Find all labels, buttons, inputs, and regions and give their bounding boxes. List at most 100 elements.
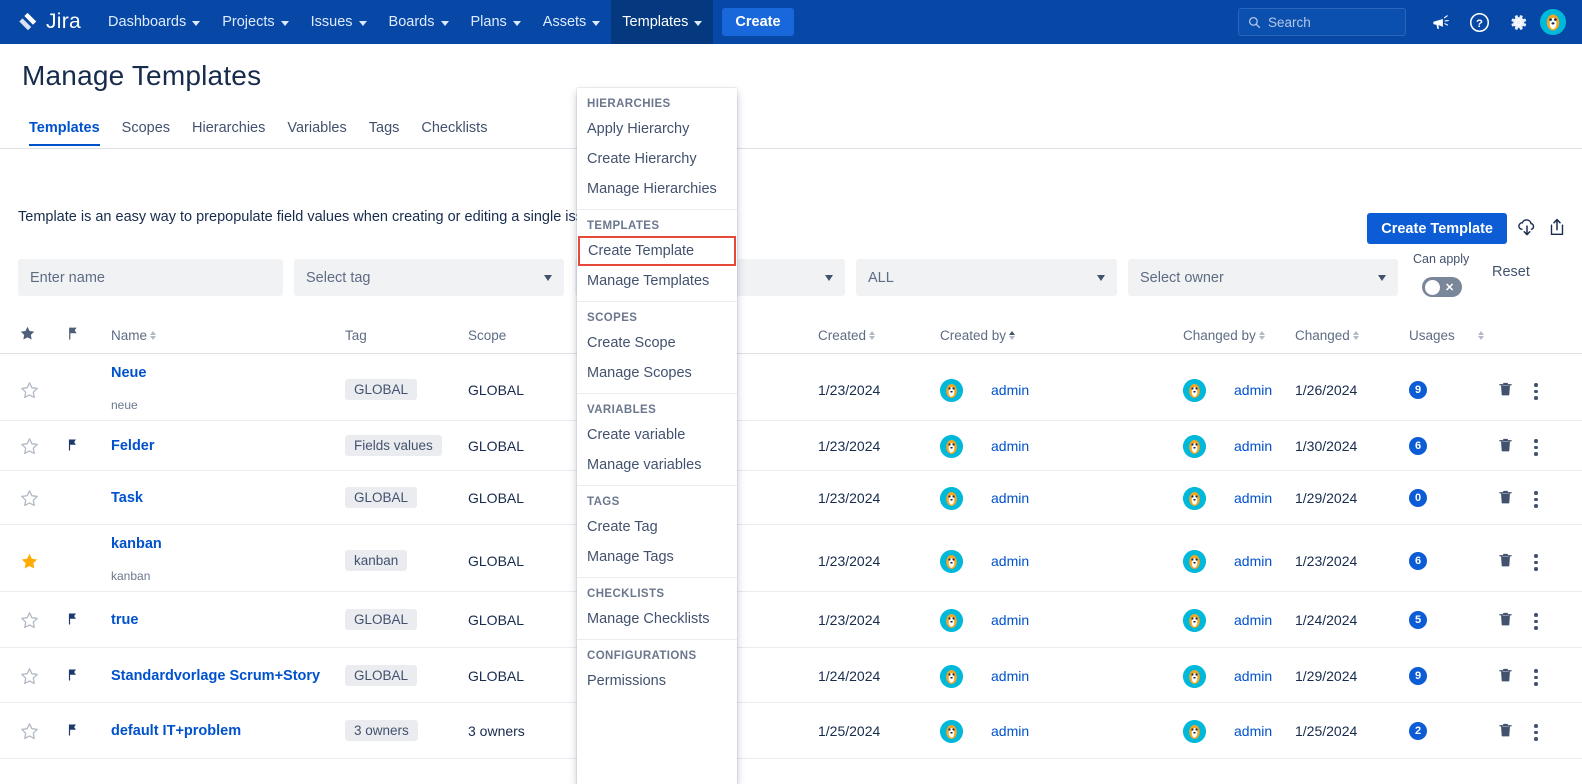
favorite-star-toggle[interactable]	[19, 380, 40, 404]
header-changed[interactable]: Changed	[1295, 328, 1359, 343]
changed-by-user[interactable]: admin	[1234, 553, 1272, 569]
table-row[interactable]: true GLOBAL GLOBAL nin 1/23/2024 admin a…	[0, 592, 1582, 648]
template-name-link[interactable]: kanban kanban	[111, 535, 162, 583]
row-actions-menu-button[interactable]	[1534, 724, 1538, 741]
table-row[interactable]: Standardvorlage Scrum+Story GLOBAL GLOBA…	[0, 648, 1582, 703]
tab-scopes[interactable]: Scopes	[111, 120, 181, 146]
nav-item-boards[interactable]: Boards	[378, 0, 460, 44]
menu-item-create-hierarchy[interactable]: Create Hierarchy	[577, 144, 737, 174]
favorite-star-toggle[interactable]	[19, 551, 40, 575]
header-tag[interactable]: Tag	[345, 328, 367, 343]
delete-template-button[interactable]	[1497, 610, 1514, 631]
share-upload-icon[interactable]	[1546, 216, 1568, 243]
can-apply-toggle[interactable]: ✕	[1422, 277, 1462, 297]
help-icon[interactable]: ?	[1462, 5, 1496, 39]
tab-hierarchies[interactable]: Hierarchies	[181, 120, 276, 146]
header-star-icon[interactable]	[19, 325, 36, 342]
menu-item-manage-hierarchies[interactable]: Manage Hierarchies	[577, 174, 737, 204]
table-row[interactable]: kanban kanban kanban GLOBAL nin 1/23/202…	[0, 525, 1582, 592]
nav-item-plans[interactable]: Plans	[460, 0, 532, 44]
menu-item-manage-variables[interactable]: Manage variables	[577, 450, 737, 480]
nav-item-templates[interactable]: Templates	[611, 0, 713, 44]
favorite-star-toggle[interactable]	[19, 721, 40, 745]
menu-item-manage-scopes[interactable]: Manage Scopes	[577, 358, 737, 388]
changed-by-user[interactable]: admin	[1234, 382, 1272, 398]
tag-filter-select[interactable]: Select tag	[294, 259, 564, 296]
table-row[interactable]: Task GLOBAL GLOBAL nin 1/23/2024 admin a…	[0, 471, 1582, 525]
header-scope[interactable]: Scope	[468, 328, 506, 343]
header-flag-icon[interactable]	[66, 325, 81, 342]
header-created[interactable]: Created	[818, 328, 875, 343]
table-row[interactable]: Neue neue GLOBAL GLOBAL nin 1/23/2024 ad…	[0, 354, 1582, 421]
jira-logo[interactable]: Jira	[0, 0, 97, 44]
menu-item-permissions[interactable]: Permissions	[577, 666, 737, 696]
flag-icon[interactable]	[66, 722, 80, 741]
created-by-user[interactable]: admin	[991, 490, 1029, 506]
menu-item-manage-checklists[interactable]: Manage Checklists	[577, 604, 737, 634]
header-name[interactable]: Name	[111, 328, 156, 343]
row-actions-menu-button[interactable]	[1534, 554, 1538, 571]
search-input[interactable]: Search	[1238, 8, 1406, 36]
create-button[interactable]: Create	[722, 8, 793, 36]
delete-template-button[interactable]	[1497, 666, 1514, 687]
row-actions-menu-button[interactable]	[1534, 669, 1538, 686]
changed-by-user[interactable]: admin	[1234, 612, 1272, 628]
created-by-user[interactable]: admin	[991, 553, 1029, 569]
header-changed-by[interactable]: Changed by	[1183, 328, 1265, 343]
table-row[interactable]: default IT+problem 3 owners 3 owners nin…	[0, 703, 1582, 759]
favorite-star-toggle[interactable]	[19, 488, 40, 512]
settings-gear-icon[interactable]	[1501, 5, 1535, 39]
menu-item-apply-hierarchy[interactable]: Apply Hierarchy	[577, 114, 737, 144]
reset-button[interactable]: Reset	[1492, 264, 1530, 280]
created-by-user[interactable]: admin	[991, 438, 1029, 454]
header-usages[interactable]: Usages	[1409, 328, 1484, 343]
create-template-button[interactable]: Create Template	[1367, 213, 1507, 244]
template-name-link[interactable]: Standardvorlage Scrum+Story	[111, 667, 320, 684]
template-name-link[interactable]: true	[111, 611, 138, 628]
created-by-user[interactable]: admin	[991, 723, 1029, 739]
header-created-by[interactable]: Created by	[940, 328, 1015, 343]
nav-item-issues[interactable]: Issues	[300, 0, 378, 44]
template-name-link[interactable]: default IT+problem	[111, 722, 241, 739]
delete-template-button[interactable]	[1497, 551, 1514, 572]
menu-item-create-variable[interactable]: Create variable	[577, 420, 737, 450]
created-by-user[interactable]: admin	[991, 668, 1029, 684]
all-filter-select[interactable]: ALL	[856, 259, 1117, 296]
nav-item-projects[interactable]: Projects	[211, 0, 299, 44]
flag-icon[interactable]	[66, 611, 80, 630]
changed-by-user[interactable]: admin	[1234, 668, 1272, 684]
tab-tags[interactable]: Tags	[358, 120, 411, 146]
delete-template-button[interactable]	[1497, 380, 1514, 401]
tab-checklists[interactable]: Checklists	[410, 120, 498, 146]
nav-item-dashboards[interactable]: Dashboards	[97, 0, 211, 44]
menu-item-create-template[interactable]: Create Template	[578, 236, 736, 266]
favorite-star-toggle[interactable]	[19, 610, 40, 634]
menu-item-create-tag[interactable]: Create Tag	[577, 512, 737, 542]
delete-template-button[interactable]	[1497, 721, 1514, 742]
changed-by-user[interactable]: admin	[1234, 438, 1272, 454]
menu-item-create-scope[interactable]: Create Scope	[577, 328, 737, 358]
favorite-star-toggle[interactable]	[19, 666, 40, 690]
changed-by-user[interactable]: admin	[1234, 490, 1272, 506]
flag-icon[interactable]	[66, 437, 80, 456]
row-actions-menu-button[interactable]	[1534, 383, 1538, 400]
user-avatar[interactable]	[1540, 9, 1566, 35]
row-actions-menu-button[interactable]	[1534, 613, 1538, 630]
menu-item-manage-templates[interactable]: Manage Templates	[577, 266, 737, 296]
created-by-user[interactable]: admin	[991, 612, 1029, 628]
tab-templates[interactable]: Templates	[18, 120, 111, 146]
template-name-link[interactable]: Felder	[111, 437, 155, 454]
changed-by-user[interactable]: admin	[1234, 723, 1272, 739]
favorite-star-toggle[interactable]	[19, 436, 40, 460]
cloud-download-icon[interactable]	[1516, 216, 1538, 243]
template-name-link[interactable]: Task	[111, 489, 143, 506]
row-actions-menu-button[interactable]	[1534, 491, 1538, 508]
created-by-user[interactable]: admin	[991, 382, 1029, 398]
table-row[interactable]: Felder Fields values GLOBAL nin 1/23/202…	[0, 421, 1582, 471]
megaphone-icon[interactable]	[1423, 5, 1457, 39]
nav-item-assets[interactable]: Assets	[532, 0, 612, 44]
flag-icon[interactable]	[66, 667, 80, 686]
owner-filter-select[interactable]: Select owner	[1128, 259, 1398, 296]
menu-item-manage-tags[interactable]: Manage Tags	[577, 542, 737, 572]
delete-template-button[interactable]	[1497, 436, 1514, 457]
